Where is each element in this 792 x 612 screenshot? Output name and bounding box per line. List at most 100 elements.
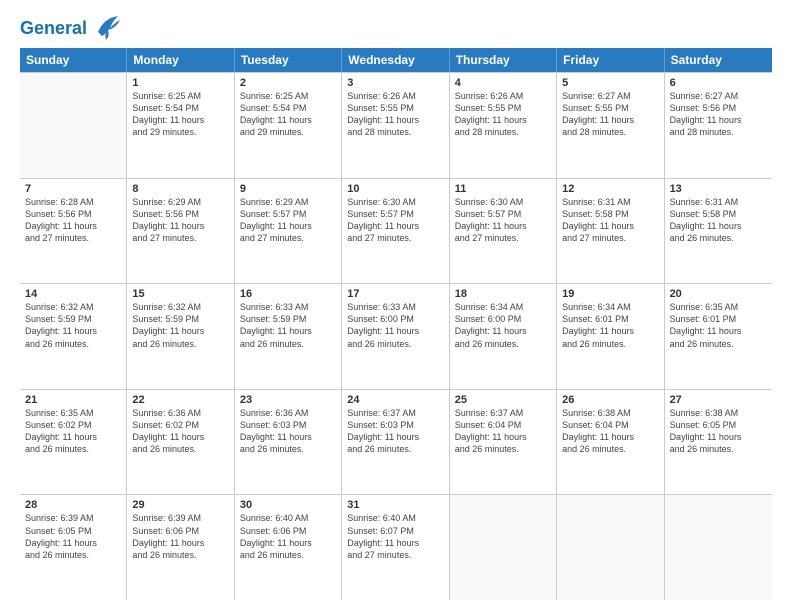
day-info: Sunrise: 6:28 AM Sunset: 5:56 PM Dayligh… — [25, 196, 121, 245]
calendar-row: 21Sunrise: 6:35 AM Sunset: 6:02 PM Dayli… — [20, 389, 772, 495]
day-info: Sunrise: 6:39 AM Sunset: 6:06 PM Dayligh… — [132, 512, 228, 561]
calendar-cell: 1Sunrise: 6:25 AM Sunset: 5:54 PM Daylig… — [127, 73, 234, 178]
day-info: Sunrise: 6:37 AM Sunset: 6:04 PM Dayligh… — [455, 407, 551, 456]
calendar-header-cell: Wednesday — [342, 48, 449, 72]
day-info: Sunrise: 6:39 AM Sunset: 6:05 PM Dayligh… — [25, 512, 121, 561]
calendar-cell: 13Sunrise: 6:31 AM Sunset: 5:58 PM Dayli… — [665, 179, 772, 284]
day-number: 15 — [132, 288, 228, 300]
calendar-cell: 18Sunrise: 6:34 AM Sunset: 6:00 PM Dayli… — [450, 284, 557, 389]
calendar-cell: 22Sunrise: 6:36 AM Sunset: 6:02 PM Dayli… — [127, 390, 234, 495]
day-number: 13 — [670, 183, 767, 195]
calendar-cell: 30Sunrise: 6:40 AM Sunset: 6:06 PM Dayli… — [235, 495, 342, 600]
calendar-cell: 10Sunrise: 6:30 AM Sunset: 5:57 PM Dayli… — [342, 179, 449, 284]
day-number: 4 — [455, 77, 551, 89]
calendar-cell — [557, 495, 664, 600]
day-number: 3 — [347, 77, 443, 89]
day-info: Sunrise: 6:25 AM Sunset: 5:54 PM Dayligh… — [240, 90, 336, 139]
calendar-cell: 21Sunrise: 6:35 AM Sunset: 6:02 PM Dayli… — [20, 390, 127, 495]
day-info: Sunrise: 6:31 AM Sunset: 5:58 PM Dayligh… — [670, 196, 767, 245]
day-info: Sunrise: 6:27 AM Sunset: 5:56 PM Dayligh… — [670, 90, 767, 139]
calendar-body: 1Sunrise: 6:25 AM Sunset: 5:54 PM Daylig… — [20, 72, 772, 600]
day-number: 7 — [25, 183, 121, 195]
day-info: Sunrise: 6:30 AM Sunset: 5:57 PM Dayligh… — [455, 196, 551, 245]
day-number: 11 — [455, 183, 551, 195]
day-info: Sunrise: 6:30 AM Sunset: 5:57 PM Dayligh… — [347, 196, 443, 245]
calendar-cell: 11Sunrise: 6:30 AM Sunset: 5:57 PM Dayli… — [450, 179, 557, 284]
calendar-cell: 3Sunrise: 6:26 AM Sunset: 5:55 PM Daylig… — [342, 73, 449, 178]
day-number: 10 — [347, 183, 443, 195]
calendar-row: 14Sunrise: 6:32 AM Sunset: 5:59 PM Dayli… — [20, 283, 772, 389]
calendar-cell: 28Sunrise: 6:39 AM Sunset: 6:05 PM Dayli… — [20, 495, 127, 600]
calendar-row: 1Sunrise: 6:25 AM Sunset: 5:54 PM Daylig… — [20, 72, 772, 178]
calendar-header-cell: Tuesday — [235, 48, 342, 72]
calendar-cell: 29Sunrise: 6:39 AM Sunset: 6:06 PM Dayli… — [127, 495, 234, 600]
day-info: Sunrise: 6:34 AM Sunset: 6:00 PM Dayligh… — [455, 301, 551, 350]
day-number: 16 — [240, 288, 336, 300]
calendar-cell: 20Sunrise: 6:35 AM Sunset: 6:01 PM Dayli… — [665, 284, 772, 389]
header: General — [20, 18, 772, 38]
day-number: 31 — [347, 499, 443, 511]
calendar-cell: 12Sunrise: 6:31 AM Sunset: 5:58 PM Dayli… — [557, 179, 664, 284]
day-number: 2 — [240, 77, 336, 89]
calendar-cell: 7Sunrise: 6:28 AM Sunset: 5:56 PM Daylig… — [20, 179, 127, 284]
calendar-cell: 9Sunrise: 6:29 AM Sunset: 5:57 PM Daylig… — [235, 179, 342, 284]
day-number: 18 — [455, 288, 551, 300]
day-number: 19 — [562, 288, 658, 300]
day-number: 5 — [562, 77, 658, 89]
day-number: 9 — [240, 183, 336, 195]
calendar-header-cell: Monday — [127, 48, 234, 72]
calendar-cell: 5Sunrise: 6:27 AM Sunset: 5:55 PM Daylig… — [557, 73, 664, 178]
calendar-header-cell: Sunday — [20, 48, 127, 72]
calendar-row: 28Sunrise: 6:39 AM Sunset: 6:05 PM Dayli… — [20, 494, 772, 600]
day-info: Sunrise: 6:26 AM Sunset: 5:55 PM Dayligh… — [347, 90, 443, 139]
day-info: Sunrise: 6:27 AM Sunset: 5:55 PM Dayligh… — [562, 90, 658, 139]
day-number: 28 — [25, 499, 121, 511]
day-number: 27 — [670, 394, 767, 406]
day-number: 22 — [132, 394, 228, 406]
logo-text: General — [20, 19, 87, 39]
day-number: 21 — [25, 394, 121, 406]
day-info: Sunrise: 6:26 AM Sunset: 5:55 PM Dayligh… — [455, 90, 551, 139]
day-info: Sunrise: 6:29 AM Sunset: 5:56 PM Dayligh… — [132, 196, 228, 245]
day-number: 1 — [132, 77, 228, 89]
day-info: Sunrise: 6:32 AM Sunset: 5:59 PM Dayligh… — [132, 301, 228, 350]
calendar-cell: 17Sunrise: 6:33 AM Sunset: 6:00 PM Dayli… — [342, 284, 449, 389]
day-info: Sunrise: 6:32 AM Sunset: 5:59 PM Dayligh… — [25, 301, 121, 350]
day-number: 8 — [132, 183, 228, 195]
calendar-header-cell: Saturday — [665, 48, 772, 72]
calendar: SundayMondayTuesdayWednesdayThursdayFrid… — [20, 48, 772, 600]
calendar-cell: 16Sunrise: 6:33 AM Sunset: 5:59 PM Dayli… — [235, 284, 342, 389]
day-info: Sunrise: 6:33 AM Sunset: 6:00 PM Dayligh… — [347, 301, 443, 350]
calendar-cell: 31Sunrise: 6:40 AM Sunset: 6:07 PM Dayli… — [342, 495, 449, 600]
day-info: Sunrise: 6:29 AM Sunset: 5:57 PM Dayligh… — [240, 196, 336, 245]
calendar-header: SundayMondayTuesdayWednesdayThursdayFrid… — [20, 48, 772, 72]
day-info: Sunrise: 6:36 AM Sunset: 6:02 PM Dayligh… — [132, 407, 228, 456]
calendar-cell — [20, 73, 127, 178]
calendar-cell: 19Sunrise: 6:34 AM Sunset: 6:01 PM Dayli… — [557, 284, 664, 389]
logo-bird-icon — [90, 14, 122, 40]
calendar-cell: 2Sunrise: 6:25 AM Sunset: 5:54 PM Daylig… — [235, 73, 342, 178]
day-info: Sunrise: 6:38 AM Sunset: 6:05 PM Dayligh… — [670, 407, 767, 456]
calendar-cell: 27Sunrise: 6:38 AM Sunset: 6:05 PM Dayli… — [665, 390, 772, 495]
day-info: Sunrise: 6:35 AM Sunset: 6:01 PM Dayligh… — [670, 301, 767, 350]
day-info: Sunrise: 6:31 AM Sunset: 5:58 PM Dayligh… — [562, 196, 658, 245]
calendar-row: 7Sunrise: 6:28 AM Sunset: 5:56 PM Daylig… — [20, 178, 772, 284]
day-info: Sunrise: 6:36 AM Sunset: 6:03 PM Dayligh… — [240, 407, 336, 456]
page: General SundayMondayTuesdayWednesdayThur… — [0, 0, 792, 612]
calendar-cell: 23Sunrise: 6:36 AM Sunset: 6:03 PM Dayli… — [235, 390, 342, 495]
calendar-header-cell: Friday — [557, 48, 664, 72]
calendar-cell: 15Sunrise: 6:32 AM Sunset: 5:59 PM Dayli… — [127, 284, 234, 389]
day-number: 26 — [562, 394, 658, 406]
day-number: 6 — [670, 77, 767, 89]
day-number: 30 — [240, 499, 336, 511]
calendar-cell — [665, 495, 772, 600]
day-info: Sunrise: 6:38 AM Sunset: 6:04 PM Dayligh… — [562, 407, 658, 456]
calendar-cell: 4Sunrise: 6:26 AM Sunset: 5:55 PM Daylig… — [450, 73, 557, 178]
logo: General — [20, 18, 122, 38]
day-info: Sunrise: 6:25 AM Sunset: 5:54 PM Dayligh… — [132, 90, 228, 139]
day-number: 14 — [25, 288, 121, 300]
day-info: Sunrise: 6:34 AM Sunset: 6:01 PM Dayligh… — [562, 301, 658, 350]
calendar-cell: 14Sunrise: 6:32 AM Sunset: 5:59 PM Dayli… — [20, 284, 127, 389]
calendar-cell — [450, 495, 557, 600]
day-number: 23 — [240, 394, 336, 406]
